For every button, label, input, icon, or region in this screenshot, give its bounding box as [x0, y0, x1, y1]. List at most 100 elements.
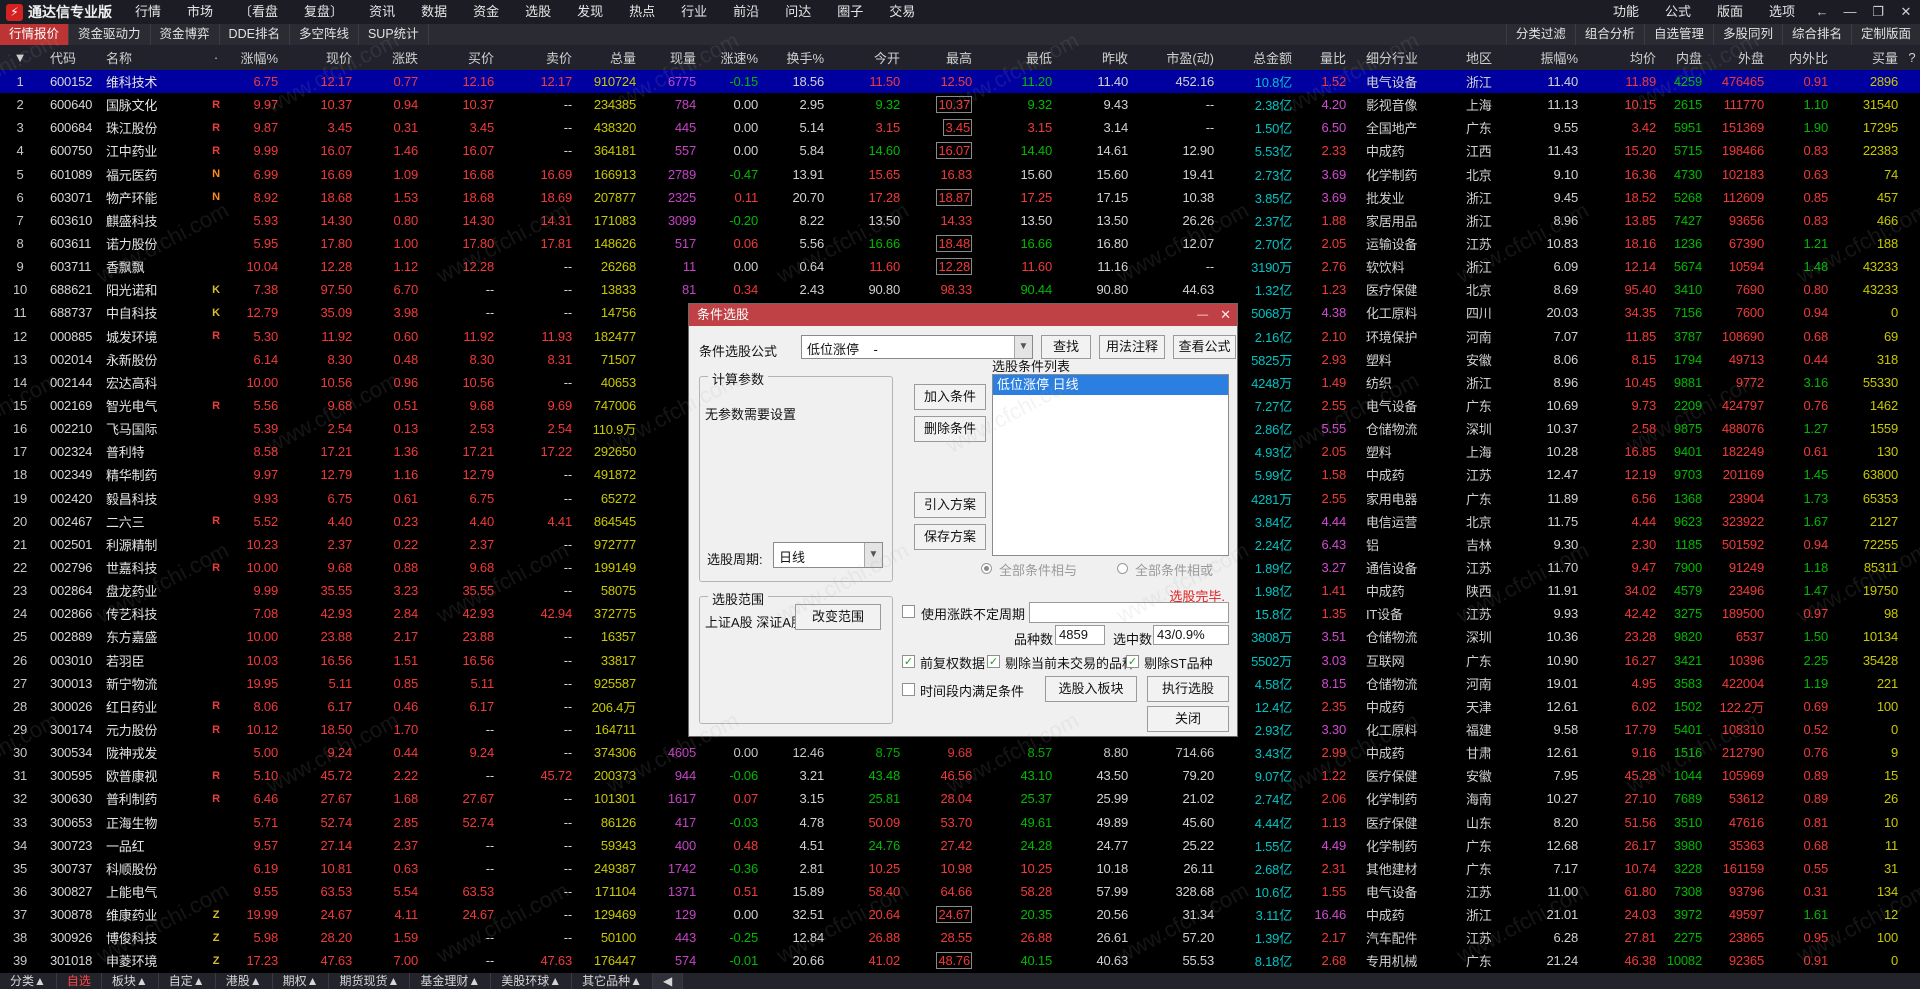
updown-period-input[interactable] — [1029, 602, 1229, 623]
table-row[interactable]: 2 600640 国脉文化 R 9.97 10.37 0.94 10.37 -- 234385 78… — [0, 93, 1920, 116]
menu-item[interactable]: 交易 — [876, 0, 928, 24]
column-header-sj[interactable]: 卖价 — [500, 45, 578, 70]
toolbar-tab[interactable]: 多空阵线 — [290, 24, 359, 45]
table-row[interactable]: 9 603711 香飘飘 10.04 12.28 1.12 12.28 -- 26268 11 0.… — [0, 255, 1920, 278]
checkbox-remove-st[interactable]: ✓ — [1126, 655, 1139, 668]
bottom-tab[interactable]: 分类▲ — [0, 973, 57, 989]
bottom-tab[interactable]: 基金理财▲ — [410, 973, 492, 989]
bottom-tab[interactable]: 港股▲ — [216, 973, 273, 989]
table-row[interactable]: 36 300827 上能电气 9.55 63.53 5.54 63.53 -- 171104 13… — [0, 880, 1920, 903]
table-row[interactable]: 33 300653 正海生物 5.71 52.74 2.85 52.74 -- 86126 417… — [0, 811, 1920, 834]
dialog-title-bar[interactable]: 条件选股 — ✕ — [689, 304, 1237, 326]
table-row[interactable]: 4 600750 江中药业 R 9.99 16.07 1.46 16.07 -- 364181 55… — [0, 139, 1920, 162]
column-header-zje[interactable]: 总金额 — [1220, 45, 1298, 70]
menu-item[interactable]: 选项 — [1756, 0, 1808, 24]
column-header-hy[interactable]: 细分行业 — [1352, 45, 1462, 70]
menu-item[interactable]: 行业 — [668, 0, 720, 24]
menu-item[interactable]: 功能 — [1600, 0, 1652, 24]
dialog-close-icon[interactable]: ✕ — [1220, 304, 1231, 326]
column-header-code[interactable]: 代码 — [40, 45, 102, 70]
toolbar-tab[interactable]: SUP统计 — [359, 24, 429, 45]
menu-item[interactable]: 问达 — [772, 0, 824, 24]
column-header-wp[interactable]: 外盘 — [1708, 45, 1770, 70]
column-header-lb[interactable]: 量比 — [1298, 45, 1352, 70]
delete-condition-button[interactable]: 删除条件 — [914, 416, 986, 442]
column-header-zhf[interactable]: 振幅% — [1532, 45, 1584, 70]
column-header-zf[interactable]: 涨幅% — [228, 45, 284, 70]
toolbar-button[interactable]: 自选管理 — [1643, 24, 1713, 45]
toolbar-tab[interactable]: 行情报价 — [0, 24, 70, 45]
table-row[interactable]: 3 600684 珠江股份 R 9.87 3.45 0.31 3.45 -- 438320 445 0… — [0, 116, 1920, 139]
table-row[interactable]: 30 300534 陇神戎发 5.00 9.24 0.44 9.24 -- 374306 4605… — [0, 741, 1920, 764]
toolbar-button[interactable]: 多股同列 — [1712, 24, 1782, 45]
checkbox-remove-untraded[interactable]: ✓ — [987, 655, 1000, 668]
table-row[interactable]: 6 603071 物产环能 N 8.92 18.68 1.53 18.68 18.69 20787… — [0, 186, 1920, 209]
radio-all-or[interactable] — [1117, 563, 1128, 574]
column-header-zdi[interactable]: 最低 — [978, 45, 1058, 70]
table-row[interactable]: 1 600152 维科技术 6.75 12.17 0.77 12.16 12.17 910724… — [0, 70, 1920, 94]
menu-item[interactable]: 〔看盘 — [226, 0, 291, 24]
restore-icon[interactable]: ❐ — [1864, 0, 1892, 24]
column-header-xl[interactable]: 现量 — [642, 45, 702, 70]
minimize-icon[interactable]: — — [1836, 0, 1864, 24]
menu-item[interactable]: 圈子 — [824, 0, 876, 24]
column-header-zsh[interactable]: 昨收 — [1058, 45, 1134, 70]
table-row[interactable]: 32 300630 普利制药 R 6.46 27.67 1.68 27.67 -- 101301 1… — [0, 787, 1920, 810]
bottom-tab[interactable]: 自定▲ — [159, 973, 216, 989]
usage-notes-button[interactable]: 用法注释 — [1099, 335, 1165, 359]
period-combobox[interactable]: 日线 ▼ — [773, 542, 883, 568]
scroll-left-icon[interactable]: ◀ — [653, 973, 684, 989]
view-formula-button[interactable]: 查看公式 — [1173, 335, 1236, 359]
menu-item[interactable]: 数据 — [408, 0, 460, 24]
menu-item[interactable]: 资讯 — [356, 0, 408, 24]
column-header-np[interactable]: 内盘 — [1662, 45, 1708, 70]
column-header-mj[interactable]: 买价 — [424, 45, 500, 70]
bottom-tab[interactable]: 期货现货▲ — [329, 973, 411, 989]
table-row[interactable]: 35 300737 科顺股份 6.19 10.81 0.63 -- -- 249387 1742 -… — [0, 857, 1920, 880]
toolbar-button[interactable]: 组合分析 — [1574, 24, 1644, 45]
table-row[interactable]: 7 603610 麒盛科技 5.93 14.30 0.80 14.30 14.31 171083… — [0, 209, 1920, 232]
column-header-dq[interactable]: 地区 — [1462, 45, 1532, 70]
save-plan-button[interactable]: 保存方案 — [914, 524, 986, 550]
column-header-flag[interactable]: · — [204, 45, 228, 70]
column-header-more[interactable]: ? — [1904, 45, 1920, 70]
table-row[interactable]: 5 601089 福元医药 N 6.99 16.69 1.09 16.68 16.69 16691… — [0, 163, 1920, 186]
table-row[interactable]: 38 300926 博俊科技 Z 5.98 28.20 1.59 -- -- 50100 443 -0… — [0, 926, 1920, 949]
pick-into-block-button[interactable]: 选股入板块 — [1045, 676, 1137, 702]
toolbar-tab[interactable]: DDE排名 — [220, 24, 290, 45]
column-header-ml[interactable]: 买量 — [1834, 45, 1904, 70]
menu-item[interactable]: 资金 — [460, 0, 512, 24]
table-row[interactable]: 8 603611 诺力股份 5.95 17.80 1.00 17.80 17.81 148626… — [0, 232, 1920, 255]
menu-item[interactable]: 发现 — [564, 0, 616, 24]
dialog-minimize-icon[interactable]: — — [1197, 304, 1208, 326]
menu-item[interactable]: 热点 — [616, 0, 668, 24]
condition-listbox[interactable]: 低位涨停 日线 — [992, 374, 1229, 556]
table-row[interactable]: 10 688621 阳光诺和 K 7.38 97.50 6.70 -- -- 13833 81 0.3… — [0, 278, 1920, 301]
close-dialog-button[interactable]: 关闭 — [1147, 706, 1229, 732]
back-icon[interactable]: ← — [1808, 0, 1836, 24]
column-header-zs[interactable]: 涨速% — [702, 45, 764, 70]
menu-item[interactable]: 市场 — [174, 0, 226, 24]
toolbar-tab[interactable]: 资金驱动力 — [69, 24, 151, 45]
chevron-down-icon[interactable]: ▼ — [864, 543, 882, 567]
column-header-jk[interactable]: 今开 — [830, 45, 906, 70]
change-range-button[interactable]: 改变范围 — [795, 604, 881, 630]
close-icon[interactable]: ✕ — [1892, 0, 1920, 24]
table-row[interactable]: 39 301018 申菱环境 Z 17.23 47.63 7.00 -- 47.63 176447… — [0, 949, 1920, 972]
menu-item[interactable]: 行情 — [122, 0, 174, 24]
bottom-tab[interactable]: 美股环球▲ — [491, 973, 573, 989]
chevron-down-icon[interactable]: ▼ — [1014, 336, 1032, 358]
condition-list-item[interactable]: 低位涨停 日线 — [993, 375, 1228, 395]
column-header-nwb[interactable]: 内外比 — [1770, 45, 1834, 70]
menu-item[interactable]: 版面 — [1704, 0, 1756, 24]
column-header-xj[interactable]: 现价 — [284, 45, 358, 70]
column-header-sy[interactable]: 市盈(动) — [1134, 45, 1220, 70]
column-header-hs[interactable]: 换手% — [764, 45, 830, 70]
toolbar-button[interactable]: 分类过滤 — [1505, 24, 1575, 45]
checkbox-forward-adjusted[interactable]: ✓ — [902, 655, 915, 668]
column-header-selcol[interactable]: ▼ — [0, 45, 40, 70]
column-header-zd[interactable]: 涨跌 — [358, 45, 424, 70]
column-header-jj[interactable]: 均价 — [1584, 45, 1662, 70]
table-row[interactable]: 37 300878 维康药业 Z 19.99 24.67 4.11 24.67 -- 129469… — [0, 903, 1920, 926]
column-header-zg[interactable]: 最高 — [906, 45, 978, 70]
